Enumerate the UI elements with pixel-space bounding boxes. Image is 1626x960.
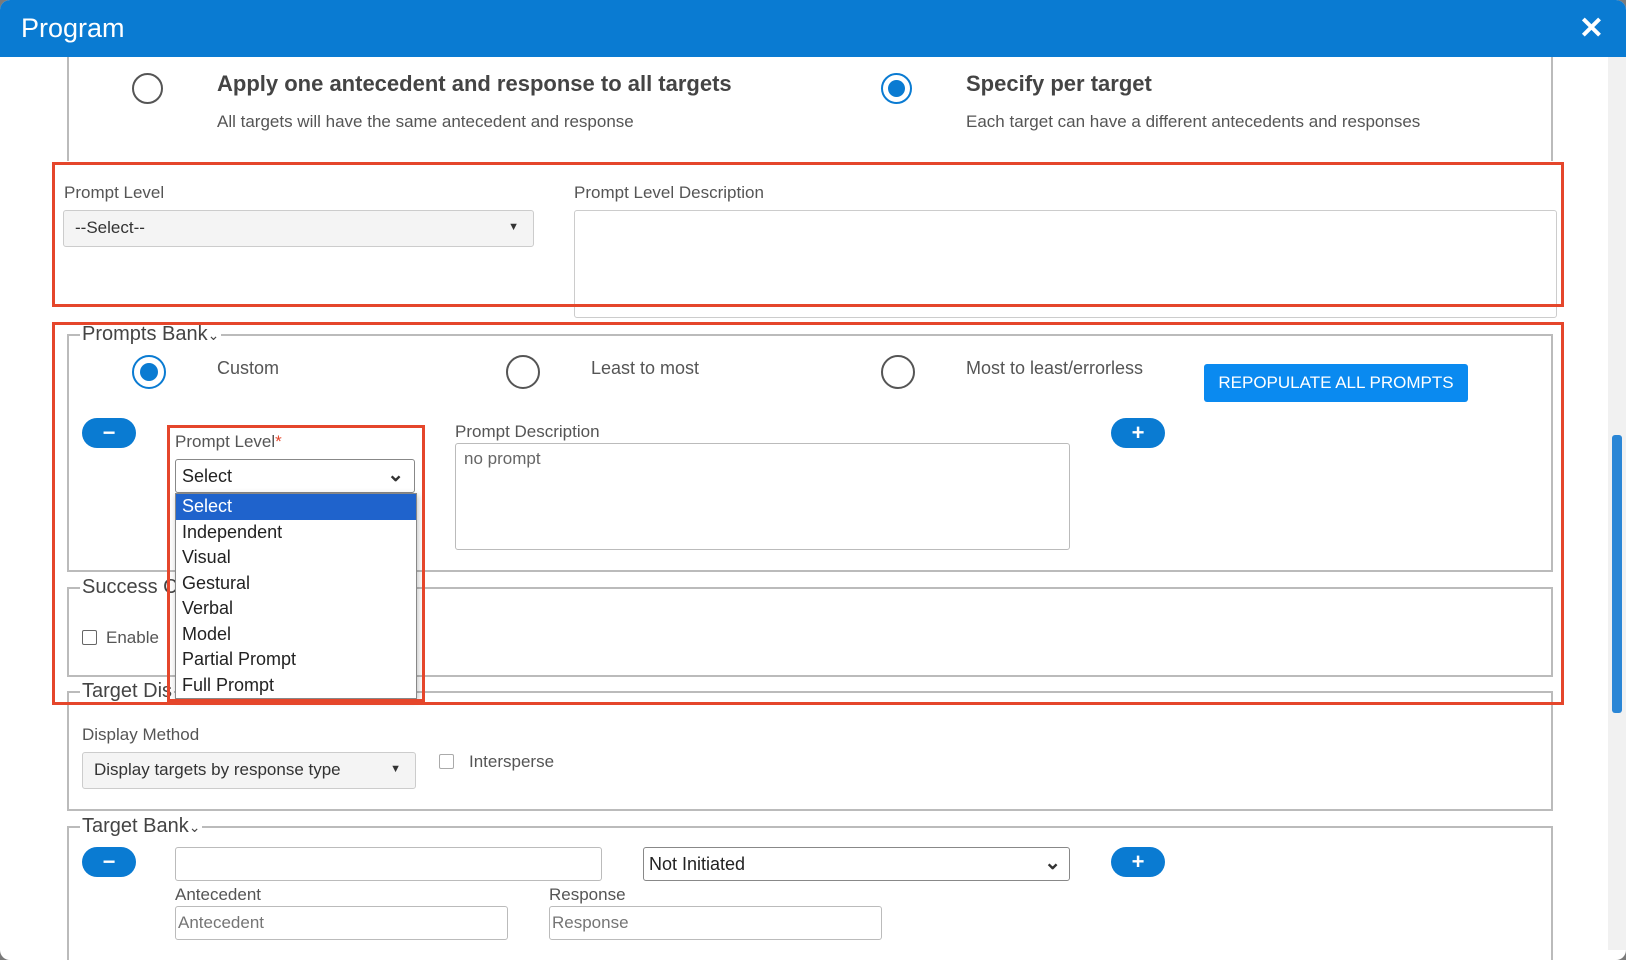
chevron-down-icon: ⌄ [188, 819, 201, 835]
prompt-level-description-field[interactable] [574, 210, 1557, 318]
target-display-legend: Target Dis [80, 680, 175, 703]
prompt-level-description-label: Prompt Level Description [574, 183, 764, 202]
dropdown-option[interactable]: Verbal [176, 596, 416, 622]
row-prompt-level-select[interactable]: Select ⌄ [175, 459, 415, 493]
target-status-value: Not Initiated [649, 854, 746, 874]
dropdown-option[interactable]: Independent [176, 520, 416, 546]
display-method-label: Display Method [82, 725, 200, 744]
program-dialog: Program ✕ Apply one antecedent and respo… [0, 0, 1626, 960]
remove-prompt-button[interactable]: − [82, 418, 136, 448]
intersperse-checkbox[interactable] [439, 754, 454, 769]
row-prompt-level-label: Prompt Level* [175, 432, 282, 452]
chevron-down-icon: ⌄ [207, 327, 220, 343]
close-icon[interactable]: ✕ [1579, 11, 1604, 46]
prompts-bank-legend[interactable]: Prompts Bank⌄ [80, 323, 222, 346]
prompts-radio-custom[interactable] [132, 355, 166, 389]
specify-per-target-title: Specify per target [966, 71, 1152, 96]
antecedent-input[interactable] [175, 906, 508, 940]
row-prompt-level-select-value: Select [182, 466, 233, 486]
intersperse-label: Intersperse [469, 752, 555, 771]
display-method-select-value: Display targets by response type [94, 760, 341, 779]
apply-one-desc: All targets will have the same anteceden… [217, 112, 634, 131]
target-display-fieldset [67, 691, 1553, 811]
target-bank-legend[interactable]: Target Bank⌄ [80, 815, 203, 838]
prompt-level-select-value: --Select-- [75, 218, 145, 237]
prompts-radio-most-to-least-label: Most to least/errorless [966, 358, 1144, 378]
prompt-description-value: no prompt [464, 449, 541, 468]
row-prompt-level-label-text: Prompt Level [175, 432, 276, 451]
specify-per-target-desc: Each target can have a different anteced… [966, 112, 1421, 131]
apply-one-radio[interactable] [132, 73, 163, 104]
prompts-bank-legend-text: Prompts Bank [82, 323, 208, 345]
dropdown-option[interactable]: Gestural [176, 571, 416, 597]
repopulate-all-prompts-button[interactable]: REPOPULATE ALL PROMPTS [1204, 364, 1468, 402]
caret-down-icon: ▼ [508, 221, 519, 233]
specify-per-target-radio[interactable] [881, 73, 912, 104]
target-status-select[interactable]: Not Initiated ⌄ [643, 847, 1070, 881]
target-bank-legend-text: Target Bank [82, 815, 189, 837]
success-enable-checkbox[interactable] [82, 630, 97, 645]
dropdown-option[interactable]: Visual [176, 545, 416, 571]
remove-target-button[interactable]: − [82, 847, 136, 877]
apply-one-title: Apply one antecedent and response to all… [217, 71, 732, 96]
dropdown-option[interactable]: Select [176, 494, 416, 520]
prompt-level-dropdown-list[interactable]: Select Independent Visual Gestural Verba… [175, 493, 417, 699]
antecedent-label: Antecedent [175, 885, 262, 904]
success-enable-label: Enable [106, 628, 159, 647]
prompts-radio-least-to-most-label: Least to most [591, 358, 700, 378]
dialog-titlebar: Program ✕ [0, 0, 1626, 57]
prompt-level-select[interactable]: --Select-- ▼ [63, 210, 534, 247]
display-method-select[interactable]: Display targets by response type ▼ [82, 752, 416, 789]
prompts-radio-most-to-least[interactable] [881, 355, 915, 389]
response-input[interactable] [549, 906, 882, 940]
chevron-down-icon: ⌄ [1044, 852, 1061, 874]
prompt-level-label: Prompt Level [64, 183, 165, 202]
prompt-description-field[interactable]: no prompt [455, 443, 1070, 550]
chevron-down-icon: ⌄ [387, 464, 404, 486]
scrollbar-thumb[interactable] [1612, 435, 1622, 713]
dropdown-option[interactable]: Partial Prompt [176, 647, 416, 673]
prompts-radio-custom-label: Custom [217, 358, 280, 378]
success-criteria-legend: Success C [80, 576, 180, 599]
prompts-radio-least-to-most[interactable] [506, 355, 540, 389]
required-marker: * [275, 432, 282, 451]
dropdown-option[interactable]: Model [176, 622, 416, 648]
add-prompt-button[interactable]: + [1111, 418, 1165, 448]
caret-down-icon: ▼ [390, 763, 401, 775]
dialog-title: Program [21, 13, 125, 43]
add-target-button[interactable]: + [1111, 847, 1165, 877]
prompt-description-label: Prompt Description [455, 422, 600, 441]
target-name-field[interactable] [175, 847, 602, 881]
dropdown-option[interactable]: Full Prompt [176, 673, 416, 699]
response-label: Response [549, 885, 626, 904]
